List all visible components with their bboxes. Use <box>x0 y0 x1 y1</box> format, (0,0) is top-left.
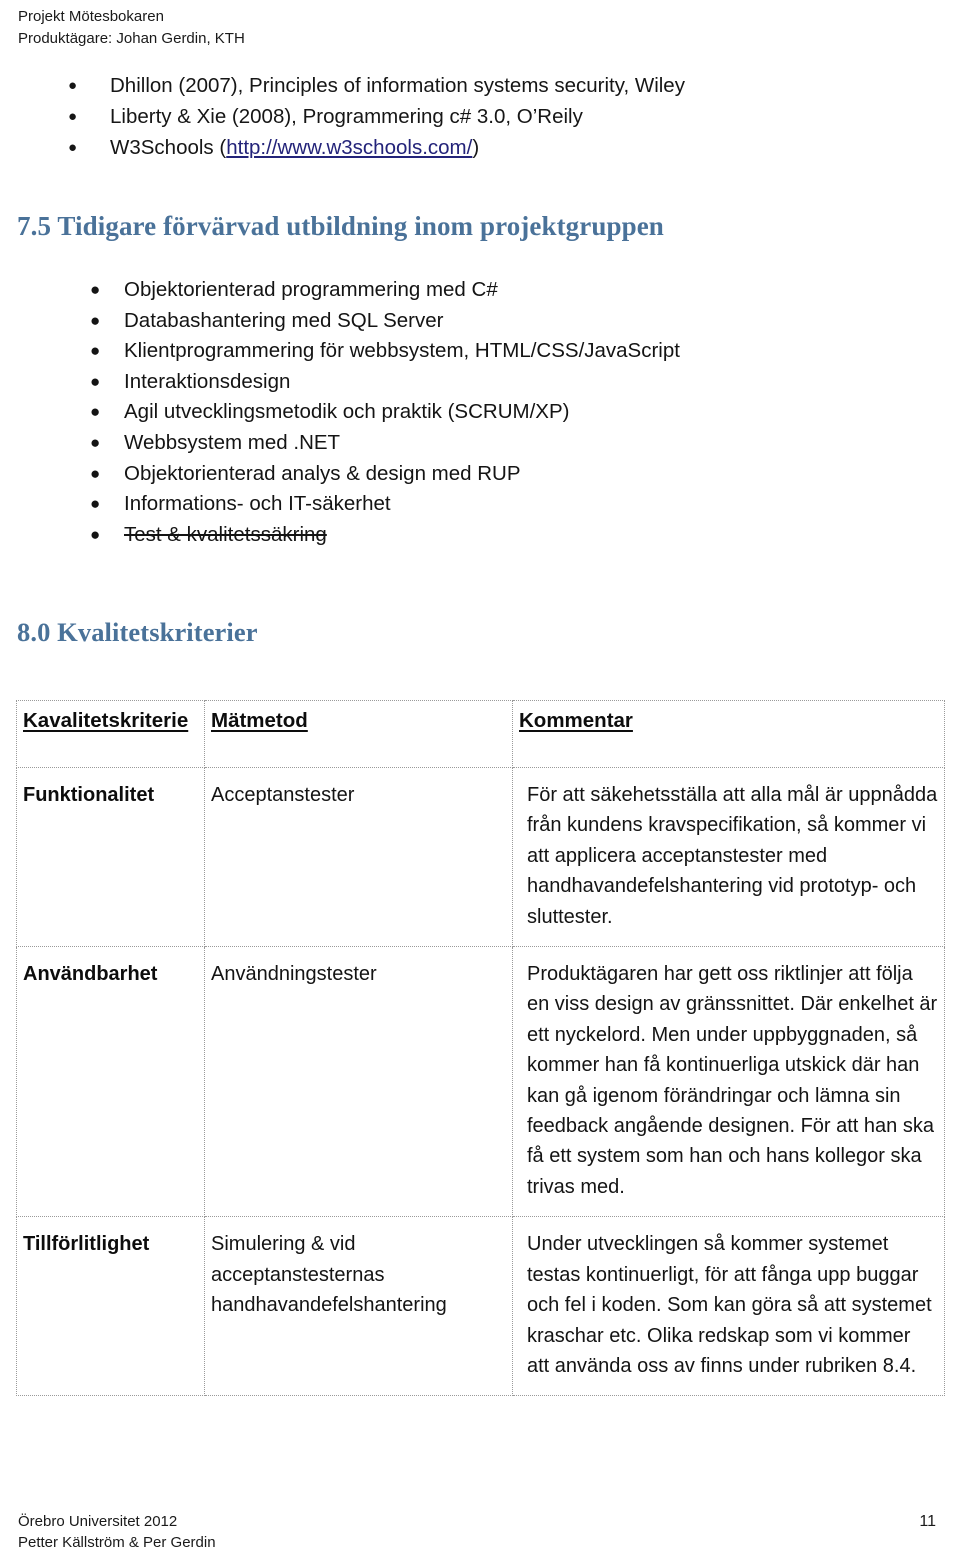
header-product-owner: Produktägare: Johan Gerdin, KTH <box>18 29 245 47</box>
skill-text: Interaktionsdesign <box>124 369 291 393</box>
criterion-text: Funktionalitet <box>23 784 155 806</box>
footer-authors: Petter Källström & Per Gerdin <box>18 1534 216 1552</box>
comment-text: Under utvecklingen så kommer systemet te… <box>527 1233 932 1377</box>
list-item: ● Objektorienterad programmering med C# <box>62 275 922 306</box>
comment-text: För att säkehetsställa att alla mål är u… <box>527 784 938 928</box>
bullet-dot-icon: ● <box>90 494 101 514</box>
cell-comment: Under utvecklingen så kommer systemet te… <box>512 1216 945 1397</box>
skill-text-struck: Test & kvalitetssäkring <box>124 522 327 546</box>
column-header-label: Kavalitetskriterie <box>23 709 189 732</box>
reference-text: Dhillon (2007), Principles of informatio… <box>110 74 685 97</box>
list-item: ● Dhillon (2007), Principles of informat… <box>52 70 932 101</box>
method-text: Simulering & vid acceptanstesternas hand… <box>211 1233 447 1317</box>
skills-list: ● Objektorienterad programmering med C# … <box>62 275 922 550</box>
cell-method: Simulering & vid acceptanstesternas hand… <box>204 1216 513 1397</box>
w3schools-label: W3Schools ( <box>110 136 227 159</box>
skill-text: Agil utvecklingsmetodik och praktik (SCR… <box>124 400 570 424</box>
list-item: ● Webbsystem med .NET <box>62 428 922 459</box>
list-item: ● Klientprogrammering för webbsystem, HT… <box>62 336 922 367</box>
criterion-text: Tillförlitlighet <box>23 1233 150 1256</box>
skill-text: Objektorienterad programmering med C# <box>124 278 498 301</box>
cell-method: Användningstester <box>204 946 513 1218</box>
bullet-dot-icon: ● <box>90 463 101 483</box>
list-item: ● Interaktionsdesign <box>62 367 922 398</box>
w3schools-suffix: ) <box>472 136 480 159</box>
bullet-dot-icon: ● <box>90 310 101 330</box>
bullet-dot-icon: ● <box>90 371 101 391</box>
cell-criterion: Användbarhet <box>16 946 205 1218</box>
cell-method: Acceptanstester <box>204 767 513 948</box>
skill-text: Informations- och IT-säkerhet <box>124 492 391 516</box>
bullet-dot-icon: ● <box>68 108 78 125</box>
list-item: ● Databashantering med SQL Server <box>62 306 922 337</box>
bullet-dot-icon: ● <box>68 77 78 94</box>
skill-text: Webbsystem med .NET <box>124 430 341 454</box>
bullet-dot-icon: ● <box>90 280 101 299</box>
w3schools-link[interactable]: http://www.w3schools.com/ <box>226 136 472 159</box>
list-item: ● Objektorienterad analys & design med R… <box>62 459 922 490</box>
page-number: 11 <box>919 1513 936 1530</box>
method-text: Acceptanstester <box>211 784 355 806</box>
reference-text: W3Schools (http://www.w3schools.com/) <box>110 136 479 159</box>
list-item: ● Liberty & Xie (2008), Programmering c#… <box>52 101 932 132</box>
footer-university: Örebro Universitet 2012 <box>18 1512 178 1530</box>
section-heading-7-5: 7.5 Tidigare förvärvad utbildning inom p… <box>17 211 664 241</box>
quality-criteria-table: Kavalitetskriterie Mätmetod Kommentar Fu… <box>16 700 945 1397</box>
list-item: ● Test & kvalitetssäkring <box>62 520 922 551</box>
bullet-dot-icon: ● <box>90 432 101 452</box>
list-item: ● Agil utvecklingsmetodik och praktik (S… <box>62 397 922 428</box>
column-header-method: Mätmetod <box>204 700 513 768</box>
comment-text: Produktägaren har gett oss riktlinjer at… <box>527 963 938 1198</box>
column-header-label: Kommentar <box>519 709 633 732</box>
list-item: ● Informations- och IT-säkerhet <box>62 489 922 520</box>
document-header: Projekt Mötesbokaren Produktägare: Johan… <box>18 6 245 50</box>
skill-text: Databashantering med SQL Server <box>124 308 444 332</box>
list-item: ● W3Schools (http://www.w3schools.com/) <box>52 132 932 163</box>
cell-criterion: Tillförlitlighet <box>16 1216 205 1397</box>
cell-comment: Produktägaren har gett oss riktlinjer at… <box>512 946 945 1218</box>
section-heading-8-0: 8.0 Kvalitetskriterier <box>17 617 258 647</box>
table-row: Användbarhet Användningstester Produktäg… <box>16 946 945 1218</box>
column-header-comment: Kommentar <box>512 700 945 768</box>
method-text: Användningstester <box>211 963 377 986</box>
table-row: Funktionalitet Acceptanstester För att s… <box>16 767 945 948</box>
document-footer: Örebro Universitet 2012 Petter Källström… <box>18 1511 216 1555</box>
criterion-text: Användbarhet <box>23 963 158 986</box>
bullet-dot-icon: ● <box>90 402 101 422</box>
cell-criterion: Funktionalitet <box>16 767 205 948</box>
column-header-label: Mätmetod <box>211 709 308 732</box>
column-header-criterion: Kavalitetskriterie <box>16 700 205 768</box>
document-page: Projekt Mötesbokaren Produktägare: Johan… <box>0 0 960 1564</box>
table-header-row: Kavalitetskriterie Mätmetod Kommentar <box>16 700 945 768</box>
skill-text: Objektorienterad analys & design med RUP <box>124 461 521 485</box>
table-row: Tillförlitlighet Simulering & vid accept… <box>16 1216 945 1397</box>
bullet-dot-icon: ● <box>90 341 101 361</box>
bullet-dot-icon: ● <box>90 524 101 544</box>
bullet-dot-icon: ● <box>68 139 78 156</box>
skill-text: Klientprogrammering för webbsystem, HTML… <box>124 339 680 363</box>
reference-text: Liberty & Xie (2008), Programmering c# 3… <box>110 105 583 128</box>
cell-comment: För att säkehetsställa att alla mål är u… <box>512 767 945 948</box>
reference-list: ● Dhillon (2007), Principles of informat… <box>52 70 932 163</box>
header-project-title: Projekt Mötesbokaren <box>18 8 164 25</box>
